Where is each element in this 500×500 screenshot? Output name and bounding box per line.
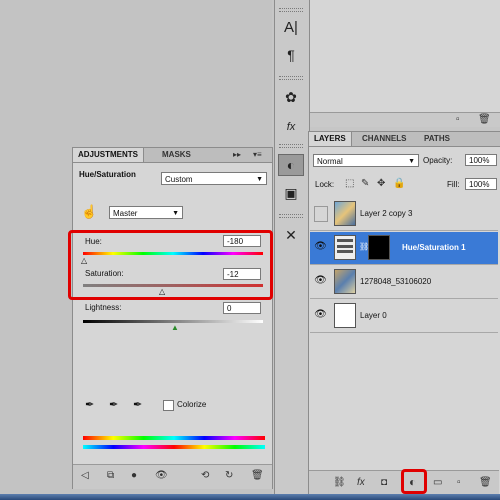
- eye-icon[interactable]: 👁: [314, 241, 327, 253]
- lock-transparent-icon[interactable]: ⬚: [345, 178, 354, 190]
- eye-icon[interactable]: 👁: [314, 309, 327, 321]
- masks-icon[interactable]: ▣: [278, 182, 304, 204]
- preset-select[interactable]: Custom ▼: [161, 172, 267, 185]
- top-panel-area: [308, 0, 500, 126]
- layer-mask-thumbnail: [368, 235, 390, 260]
- new-icon[interactable]: ▫: [456, 114, 460, 126]
- chevron-down-icon: ▼: [172, 210, 179, 217]
- eyedropper-minus-icon[interactable]: ✒: [133, 398, 142, 411]
- layer-row[interactable]: 👁 ⛓ Hue/Saturation 1: [310, 232, 498, 265]
- visibility-toggle[interactable]: [314, 206, 328, 222]
- adjustments-panel: ADJUSTMENTS MASKS ▸▸ ▾≡ Hue/Saturation C…: [72, 147, 273, 489]
- adjustment-layer-icon: [334, 235, 356, 260]
- strip-grip: [279, 214, 303, 218]
- fill-input[interactable]: 100%: [465, 178, 497, 190]
- strip-grip: [279, 8, 303, 12]
- layers-tabbar: LAYERS CHANNELS PATHS: [309, 132, 500, 147]
- layer-row[interactable]: 👁 Layer 0: [310, 300, 498, 333]
- character-icon[interactable]: A|: [278, 16, 304, 38]
- clip-icon[interactable]: ●: [131, 470, 137, 482]
- fx-icon[interactable]: fx: [357, 477, 365, 489]
- trash-icon[interactable]: 🗑: [479, 477, 492, 489]
- tab-layers[interactable]: LAYERS: [309, 132, 352, 146]
- layer-row[interactable]: 👁 1278048_53106020: [310, 266, 498, 299]
- layer-thumbnail: [334, 303, 356, 328]
- lightness-input[interactable]: 0: [223, 302, 261, 314]
- output-spectrum-bar: [83, 445, 265, 449]
- tab-masks[interactable]: MASKS: [157, 148, 196, 162]
- styles-icon[interactable]: ✿: [278, 86, 304, 108]
- strip-grip: [279, 76, 303, 80]
- layer-row[interactable]: Layer 2 copy 3: [310, 198, 498, 231]
- collapse-icon[interactable]: ▸▸: [233, 149, 241, 161]
- opacity-input[interactable]: 100%: [465, 154, 497, 166]
- fx-icon[interactable]: fx: [278, 116, 304, 138]
- blend-mode-select[interactable]: Normal ▼: [313, 154, 419, 167]
- adjustment-title: Hue/Saturation: [79, 170, 136, 179]
- tools-icon[interactable]: ✕: [278, 224, 304, 246]
- target-adjust-icon[interactable]: ☝: [81, 204, 97, 220]
- layer-name: Layer 0: [360, 311, 387, 320]
- reset-icon[interactable]: ↻: [225, 470, 233, 482]
- layer-name: Layer 2 copy 3: [360, 209, 413, 218]
- back-icon[interactable]: ◁: [81, 470, 89, 482]
- tab-adjustments[interactable]: ADJUSTMENTS: [73, 148, 145, 162]
- paragraph-icon[interactable]: ¶: [278, 44, 304, 66]
- add-mask-icon[interactable]: ◘: [381, 477, 387, 489]
- eyedropper-plus-icon[interactable]: ✒: [109, 398, 118, 411]
- lock-move-icon[interactable]: ✥: [377, 178, 385, 190]
- highlight-box-adjustment-button: [401, 469, 427, 494]
- strip-grip: [279, 144, 303, 148]
- new-layer-icon[interactable]: ▫: [457, 477, 461, 489]
- group-icon[interactable]: ▭: [433, 477, 442, 489]
- layer-thumbnail: [334, 201, 356, 226]
- adjustments-icon[interactable]: ◐: [278, 154, 304, 176]
- eye-icon[interactable]: 👁: [155, 470, 168, 482]
- layer-thumbnail: [334, 269, 356, 294]
- lock-label: Lock:: [315, 180, 335, 189]
- layer-name: Hue/Saturation 1: [402, 243, 466, 252]
- trash-icon[interactable]: 🗑: [478, 114, 491, 126]
- lightness-label: Lightness:: [85, 303, 122, 312]
- previous-state-icon[interactable]: ⟲: [201, 470, 209, 482]
- lock-brush-icon[interactable]: ✎: [361, 178, 369, 190]
- tool-strip: [274, 0, 310, 500]
- tab-channels[interactable]: CHANNELS: [357, 132, 411, 146]
- taskbar: [0, 494, 500, 500]
- adjustments-tabbar: ADJUSTMENTS MASKS ▸▸ ▾≡: [73, 148, 272, 163]
- lock-all-icon[interactable]: 🔒: [393, 178, 405, 190]
- layer-name: 1278048_53106020: [360, 277, 432, 286]
- colorize-label: Colorize: [177, 400, 207, 409]
- highlight-box-hue-saturation: [68, 230, 273, 300]
- expand-icon[interactable]: ⧉: [107, 470, 114, 482]
- link-layers-icon[interactable]: ⛓: [333, 477, 346, 489]
- top-panel-footer: ▫ 🗑: [308, 112, 500, 127]
- eyedropper-icon[interactable]: ✒: [85, 398, 94, 411]
- colorize-checkbox[interactable]: [163, 400, 174, 411]
- tab-paths[interactable]: PATHS: [419, 132, 455, 146]
- panel-menu-icon[interactable]: ▾≡: [253, 149, 262, 161]
- chevron-down-icon: ▼: [408, 158, 415, 165]
- input-spectrum-bar: [83, 436, 265, 440]
- fill-label: Fill:: [447, 180, 460, 189]
- adjustments-footer: ◁ ⧉ ● 👁 ⟲ ↻ 🗑: [73, 464, 272, 489]
- opacity-label: Opacity:: [423, 156, 453, 165]
- eye-icon[interactable]: 👁: [314, 275, 327, 287]
- lightness-slider-thumb[interactable]: ▲: [171, 323, 179, 332]
- trash-icon[interactable]: 🗑: [251, 470, 264, 482]
- chevron-down-icon: ▼: [256, 176, 263, 183]
- channel-select[interactable]: Master ▼: [109, 206, 183, 219]
